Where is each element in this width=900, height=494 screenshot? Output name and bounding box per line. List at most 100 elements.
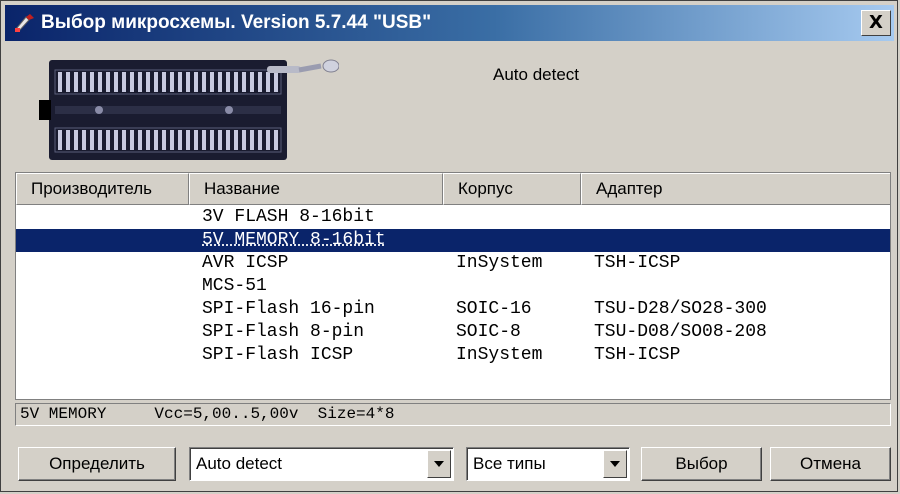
socket-pin [74, 72, 78, 92]
type-combo[interactable]: Все типы [466, 447, 630, 481]
socket-pin [234, 72, 238, 92]
socket-pin [234, 130, 238, 150]
socket-pin [98, 130, 102, 150]
socket-pin [178, 130, 182, 150]
socket-pin [242, 72, 246, 92]
socket-pin [194, 72, 198, 92]
cell-model: MCS-51 [202, 276, 267, 296]
socket-pin [210, 72, 214, 92]
table-row[interactable]: SPI-Flash ICSP InSystem TSH-ICSP [16, 344, 890, 367]
column-header-package[interactable]: Корпус [443, 173, 581, 205]
table-row[interactable]: SPI-Flash 16-pin SOIC-16 TSU-D28/SO28-300 [16, 298, 890, 321]
cell-model: AVR ICSP [202, 253, 289, 273]
cell-adapter: TSH-ICSP [594, 345, 681, 365]
socket-pin [154, 72, 158, 92]
cell-package: SOIC-8 [456, 322, 521, 342]
status-bar: 5V MEMORY Vcc=5,00..5,00v Size=4*8 [15, 403, 891, 426]
cell-package: InSystem [456, 345, 543, 365]
socket-pin [106, 130, 110, 150]
chip-selection-window: Выбор микросхемы. Version 5.7.44 "USB" X… [0, 0, 898, 492]
auto-detect-label: Auto detect [493, 65, 580, 84]
mode-combo[interactable]: Auto detect [189, 447, 454, 481]
cell-model: SPI-Flash ICSP [202, 345, 354, 365]
column-header-name[interactable]: Название [189, 173, 443, 205]
socket-pin [58, 72, 62, 92]
socket-pin [122, 72, 126, 92]
zif-socket-icon [39, 59, 339, 160]
socket-pin [82, 130, 86, 150]
socket-pin [202, 72, 206, 92]
socket-pin [130, 72, 134, 92]
column-header-manufacturer[interactable]: Производитель [16, 173, 189, 205]
socket-pin [82, 72, 86, 92]
device-banner: Auto detect [15, 49, 891, 171]
socket-pin [210, 130, 214, 150]
socket-pin [146, 72, 150, 92]
list-header: Производитель Название Корпус Адаптер [16, 173, 890, 205]
socket-pin [114, 130, 118, 150]
socket-pin [90, 130, 94, 150]
socket-pin [194, 130, 198, 150]
table-row[interactable]: MCS-51 [16, 275, 890, 298]
socket-pin [218, 130, 222, 150]
title-bar[interactable]: Выбор микросхемы. Version 5.7.44 "USB" X [5, 5, 894, 41]
socket-pin [178, 72, 182, 92]
chip-list[interactable]: Производитель Название Корпус Адаптер 3V… [15, 172, 891, 400]
socket-pin [114, 72, 118, 92]
socket-pin [226, 72, 230, 92]
socket-pin [138, 130, 142, 150]
socket-pin [186, 130, 190, 150]
cell-adapter: TSU-D08/SO08-208 [594, 322, 767, 342]
cell-package: InSystem [456, 253, 543, 273]
cell-adapter: TSH-ICSP [594, 253, 681, 273]
socket-pin [258, 130, 262, 150]
close-button[interactable]: X [861, 10, 891, 36]
socket-pin [138, 72, 142, 92]
cell-model: 5V MEMORY 8-16bit [202, 230, 386, 250]
column-header-adapter[interactable]: Адаптер [581, 173, 890, 205]
socket-pin [242, 130, 246, 150]
cell-model: SPI-Flash 8-pin [202, 322, 365, 342]
cancel-button[interactable]: Отмена [770, 447, 891, 481]
cell-package: SOIC-16 [456, 299, 532, 319]
table-row[interactable]: AVR ICSP InSystem TSH-ICSP [16, 252, 890, 275]
cell-adapter: TSU-D28/SO28-300 [594, 299, 767, 319]
socket-pin [98, 72, 102, 92]
programmer-tool-icon [15, 14, 34, 32]
chevron-down-icon[interactable] [427, 450, 451, 478]
select-button[interactable]: Выбор [641, 447, 762, 481]
chevron-down-icon[interactable] [603, 450, 627, 478]
socket-pin [74, 130, 78, 150]
window-title: Выбор микросхемы. Version 5.7.44 "USB" [41, 12, 432, 33]
socket-pin [226, 130, 230, 150]
socket-pin [66, 72, 70, 92]
socket-pin [186, 72, 190, 92]
socket-pin [218, 72, 222, 92]
socket-pin [170, 130, 174, 150]
socket-pin [274, 72, 278, 92]
cell-model: SPI-Flash 16-pin [202, 299, 375, 319]
socket-pin [258, 72, 262, 92]
socket-pin [170, 72, 174, 92]
socket-pin [266, 72, 270, 92]
socket-pin [250, 72, 254, 92]
socket-pin [162, 72, 166, 92]
socket-pin [266, 130, 270, 150]
mode-combo-value: Auto detect [196, 454, 283, 473]
socket-pin [66, 130, 70, 150]
socket-pin [58, 130, 62, 150]
socket-pin [202, 130, 206, 150]
table-row[interactable]: 3V FLASH 8-16bit [16, 206, 890, 229]
socket-pin [154, 130, 158, 150]
socket-pin [146, 130, 150, 150]
table-row[interactable]: 5V MEMORY 8-16bit [16, 229, 890, 252]
socket-pin [130, 130, 134, 150]
socket-pin [274, 130, 278, 150]
type-combo-value: Все типы [473, 454, 546, 473]
socket-pin [90, 72, 94, 92]
socket-pin [106, 72, 110, 92]
table-row[interactable]: SPI-Flash 8-pin SOIC-8 TSU-D08/SO08-208 [16, 321, 890, 344]
socket-pin [162, 130, 166, 150]
socket-pin [122, 130, 126, 150]
detect-button[interactable]: Определить [18, 447, 176, 481]
